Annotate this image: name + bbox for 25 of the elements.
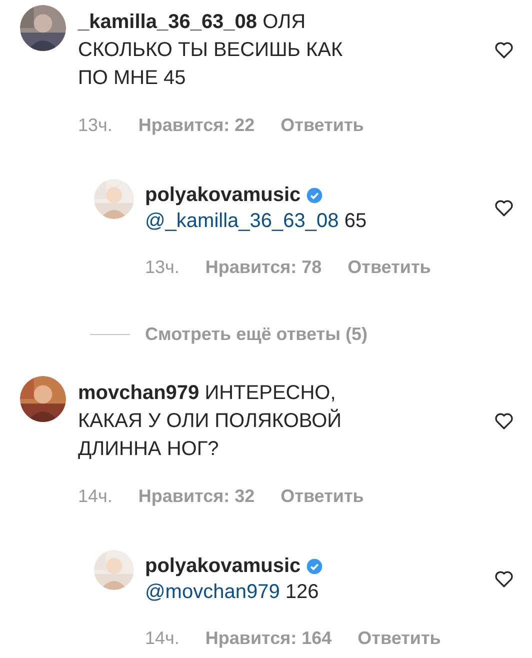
view-more-replies[interactable]: Смотреть ещё ответы (5) <box>145 321 368 348</box>
username[interactable]: polyakovamusic <box>145 182 301 208</box>
comment-time: 13ч. <box>145 256 180 279</box>
reply-text: @_kamilla_36_63_08 65 <box>145 209 367 234</box>
reply-link[interactable]: Ответить <box>358 625 441 652</box>
reply-text: @movchan979 126 <box>145 580 320 605</box>
comment-text: _kamilla_36_63_08 ОЛЯ СКОЛЬКО ТЫ ВЕСИШЬ КАК ПО МНЕ 45 <box>78 10 344 91</box>
likes-count[interactable]: Нравится: 78 <box>205 254 322 281</box>
heart-icon[interactable] <box>494 412 514 430</box>
likes-count[interactable]: Нравится: 22 <box>138 112 255 139</box>
reply-link[interactable]: Ответить <box>280 483 364 510</box>
reply-link[interactable]: Ответить <box>348 254 431 281</box>
comment-time: 14ч. <box>78 485 112 508</box>
comment-time: 14ч. <box>145 627 180 650</box>
heart-icon[interactable] <box>494 199 514 217</box>
heart-icon[interactable] <box>494 570 514 588</box>
likes-count[interactable]: Нравится: 164 <box>205 625 332 652</box>
username[interactable]: polyakovamusic <box>145 553 301 579</box>
comment-time: 13ч. <box>78 114 112 137</box>
likes-count[interactable]: Нравится: 32 <box>138 483 255 510</box>
heart-icon[interactable] <box>494 41 514 59</box>
reply-link[interactable]: Ответить <box>280 112 364 139</box>
comment-text: movchan979 ИНТЕРЕСНО, КАКАЯ У ОЛИ ПОЛЯКОВОЙ ДЛИННА НОГ? <box>78 381 342 462</box>
mention-link[interactable]: @_kamilla_36_63_08 <box>145 210 339 232</box>
mention-link[interactable]: @movchan979 <box>145 581 280 603</box>
